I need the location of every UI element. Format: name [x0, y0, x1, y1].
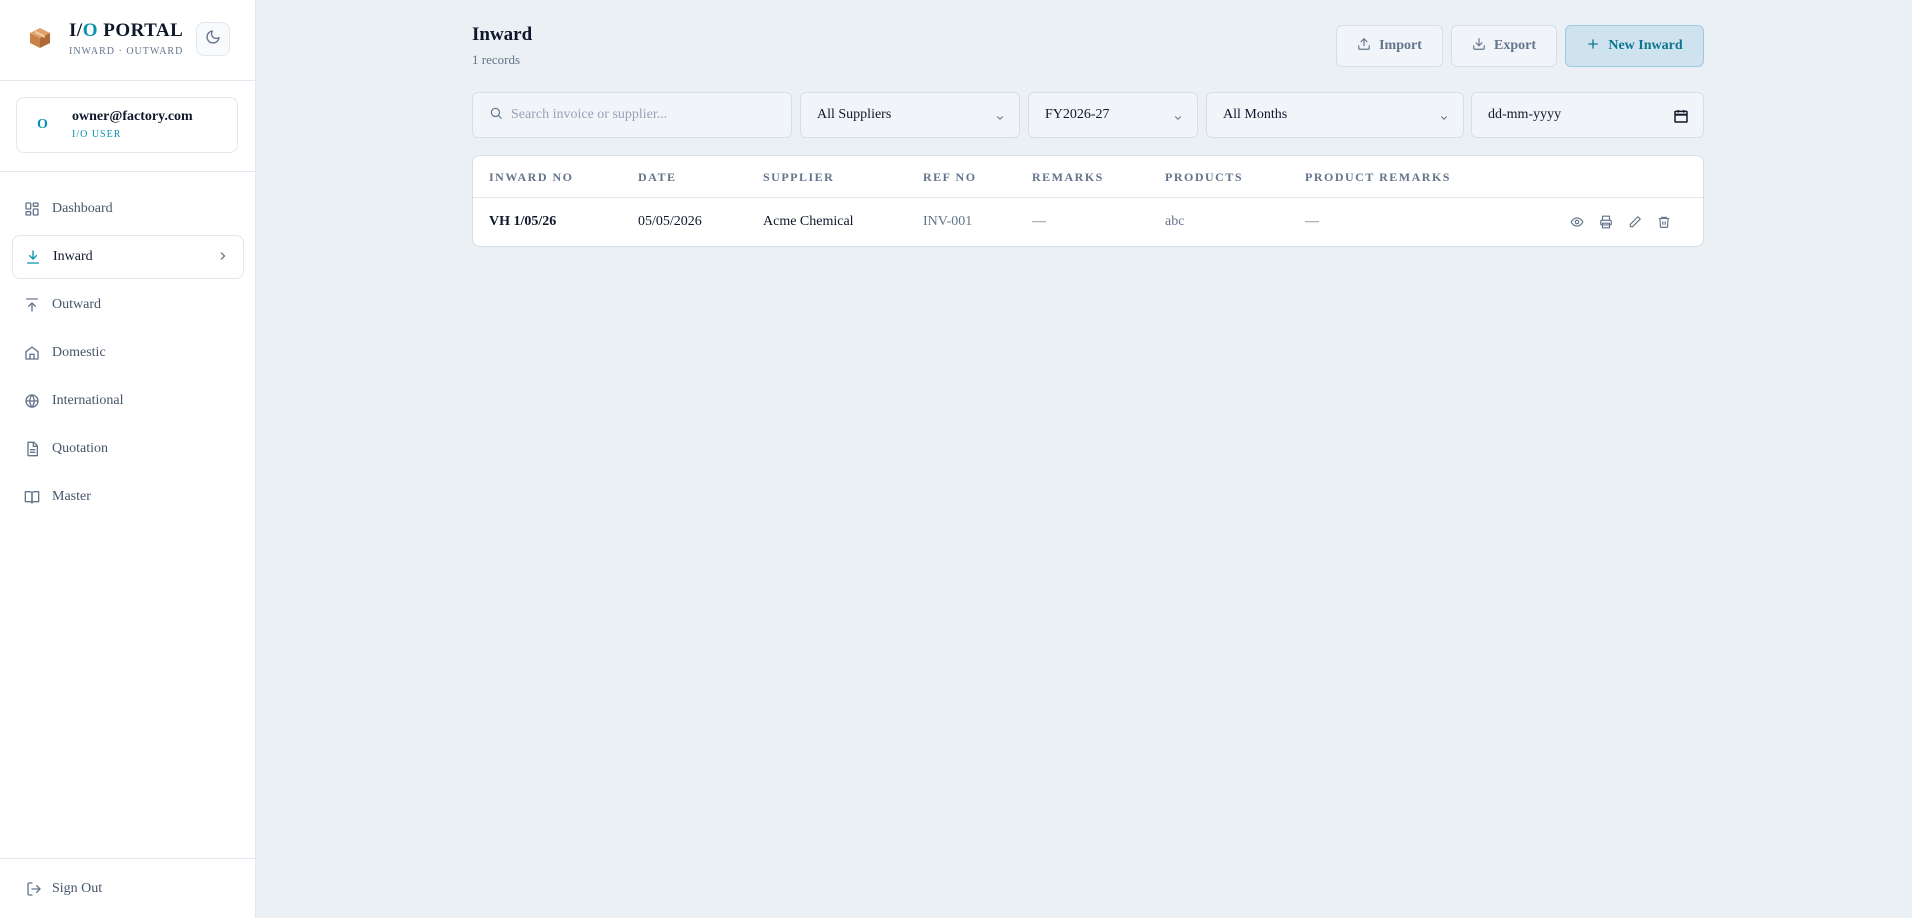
search-input[interactable]: Search invoice or supplier... — [472, 92, 792, 138]
column-header: INWARD NO — [489, 170, 574, 184]
plus-icon — [1586, 37, 1608, 56]
chevron-down-icon — [1173, 112, 1183, 128]
sidebar-item-quotation[interactable]: Quotation — [12, 427, 244, 471]
sidebar-nav: Dashboard Inward Outward Domestic Intern… — [0, 187, 256, 523]
search-icon — [489, 106, 511, 125]
cell-supplier: Acme Chemical — [763, 214, 854, 229]
sidebar-item-label: Outward — [52, 297, 101, 312]
table-row[interactable]: VH 1/05/26 05/05/2026 Acme Chemical INV-… — [473, 198, 1703, 248]
calendar-icon[interactable] — [1673, 108, 1689, 129]
page-title: Inward — [472, 24, 533, 45]
column-header: SUPPLIER — [763, 170, 835, 184]
sidebar-item-label: Master — [52, 489, 91, 504]
record-count: 1 records — [472, 52, 521, 67]
chevron-right-icon — [217, 250, 229, 267]
cell-product-remarks: — — [1305, 214, 1319, 229]
row-actions — [1570, 215, 1673, 231]
fy-select[interactable]: FY2026-27 — [1028, 92, 1198, 138]
cell-remarks: — — [1032, 214, 1046, 229]
new-inward-label: New Inward — [1608, 38, 1683, 53]
sign-out-button[interactable]: Sign Out — [0, 858, 256, 918]
document-icon — [24, 441, 40, 457]
eye-icon[interactable] — [1570, 215, 1586, 231]
chevron-down-icon — [995, 112, 1005, 128]
download-icon — [25, 249, 41, 265]
moon-icon — [205, 29, 221, 50]
sidebar-item-master[interactable]: Master — [12, 475, 244, 519]
search-placeholder: Search invoice or supplier... — [511, 107, 668, 122]
sidebar-item-label: Domestic — [52, 345, 106, 360]
export-label: Export — [1494, 38, 1536, 53]
dashboard-icon — [24, 201, 40, 217]
column-header: DATE — [638, 170, 677, 184]
sidebar-item-international[interactable]: International — [12, 379, 244, 423]
brand-header: I/O PORTAL INWARD · OUTWARD — [0, 0, 255, 81]
sidebar-item-dashboard[interactable]: Dashboard — [12, 187, 244, 231]
sidebar-item-label: Inward — [53, 249, 93, 264]
book-icon — [24, 489, 40, 505]
edit-icon[interactable] — [1628, 215, 1644, 231]
supplier-select[interactable]: All Suppliers — [800, 92, 1020, 138]
theme-toggle-button[interactable] — [196, 22, 230, 56]
month-select[interactable]: All Months — [1206, 92, 1464, 138]
date-input[interactable]: dd-mm-yyyy — [1471, 92, 1704, 138]
avatar: O — [37, 117, 48, 132]
sidebar: I/O PORTAL INWARD · OUTWARD O owner@fact… — [0, 0, 256, 918]
import-label: Import — [1379, 38, 1422, 53]
trash-icon[interactable] — [1657, 215, 1673, 231]
import-button[interactable]: Import — [1336, 25, 1443, 67]
user-section: O owner@factory.com I/O USER — [0, 81, 255, 172]
cell-products: abc — [1165, 214, 1185, 229]
month-select-value: All Months — [1223, 107, 1288, 122]
sidebar-item-label: International — [52, 393, 124, 408]
cell-date: 05/05/2026 — [638, 214, 702, 229]
cell-inward-no: VH 1/05/26 — [489, 214, 557, 229]
supplier-select-value: All Suppliers — [817, 107, 892, 122]
export-button[interactable]: Export — [1451, 25, 1557, 67]
sign-out-label: Sign Out — [52, 880, 103, 896]
user-card[interactable]: O owner@factory.com I/O USER — [16, 97, 238, 153]
date-input-value: dd-mm-yyyy — [1488, 107, 1562, 122]
sidebar-item-domestic[interactable]: Domestic — [12, 331, 244, 375]
brand-subtitle: INWARD · OUTWARD — [69, 46, 184, 57]
package-box-icon — [28, 26, 52, 50]
brand-title: I/O PORTAL — [69, 20, 184, 41]
sidebar-item-label: Quotation — [52, 441, 108, 456]
globe-icon — [24, 393, 40, 409]
column-header: PRODUCT REMARKS — [1305, 170, 1451, 184]
print-icon[interactable] — [1599, 215, 1615, 231]
user-role: I/O USER — [72, 129, 122, 140]
download-icon — [1472, 37, 1494, 56]
new-inward-button[interactable]: New Inward — [1565, 25, 1704, 67]
column-header: REMARKS — [1032, 170, 1104, 184]
home-icon — [24, 345, 40, 361]
column-header: REF NO — [923, 170, 977, 184]
sidebar-item-inward[interactable]: Inward — [12, 235, 244, 279]
fy-select-value: FY2026-27 — [1045, 107, 1110, 122]
upload-icon — [24, 297, 40, 313]
sidebar-item-label: Dashboard — [52, 201, 113, 216]
table-header: INWARD NO DATE SUPPLIER REF NO REMARKS P… — [473, 156, 1703, 198]
user-email: owner@factory.com — [72, 109, 193, 124]
upload-icon — [1357, 37, 1379, 56]
column-header: PRODUCTS — [1165, 170, 1244, 184]
inward-table: INWARD NO DATE SUPPLIER REF NO REMARKS P… — [472, 155, 1704, 247]
sidebar-item-outward[interactable]: Outward — [12, 283, 244, 327]
logout-icon — [26, 881, 42, 897]
cell-ref-no: INV-001 — [923, 214, 973, 229]
chevron-down-icon — [1439, 112, 1449, 128]
